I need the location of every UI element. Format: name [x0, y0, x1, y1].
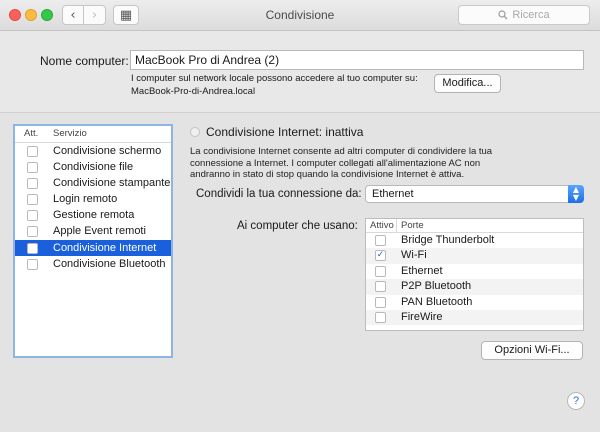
- services-list-header: Att. Servizio: [15, 126, 171, 143]
- port-checkbox[interactable]: [375, 311, 386, 323]
- service-checkbox[interactable]: [27, 226, 38, 238]
- service-label: Condivisione Internet: [53, 241, 157, 254]
- service-label: Login remoto: [53, 193, 118, 206]
- port-checkbox[interactable]: [375, 235, 386, 246]
- service-label: Condivisione stampante: [53, 176, 171, 189]
- service-label: Condivisione file: [53, 160, 134, 173]
- share-from-label: Condividi la tua connessione da:: [196, 188, 362, 200]
- computer-name-field[interactable]: MacBook Pro di Andrea (2): [130, 50, 584, 70]
- search-icon: [498, 10, 508, 20]
- network-info-text: I computer sul network locale possono ac…: [131, 73, 418, 84]
- ports-list-header: Attivo Porte: [366, 219, 583, 233]
- service-checkbox[interactable]: [27, 177, 38, 189]
- search-placeholder: Ricerca: [512, 9, 550, 21]
- status-indicator: [190, 127, 200, 137]
- service-row[interactable]: Condivisione Bluetooth: [15, 256, 171, 272]
- service-checkbox[interactable]: [27, 145, 38, 157]
- port-label: P2P Bluetooth: [401, 280, 472, 293]
- service-row[interactable]: Condivisione file: [15, 159, 171, 175]
- service-row[interactable]: Login remoto: [15, 192, 171, 208]
- service-row[interactable]: Gestione remota: [15, 208, 171, 224]
- service-label: Condivisione Bluetooth: [53, 257, 166, 270]
- edit-button[interactable]: Modifica...: [434, 74, 501, 93]
- ports-list[interactable]: Attivo Porte Bridge Thunderbolt ✓ Wi-Fi Eth…: [365, 218, 584, 331]
- port-row[interactable]: Ethernet: [366, 264, 583, 279]
- port-row[interactable]: Bridge Thunderbolt: [366, 233, 583, 248]
- port-label: FireWire: [401, 310, 443, 323]
- service-checkbox[interactable]: [27, 258, 38, 270]
- share-from-select[interactable]: Ethernet ▲ ▼: [365, 185, 584, 203]
- port-row[interactable]: FireWire: [366, 309, 583, 326]
- service-label: Apple Event remoti: [53, 225, 146, 238]
- port-row[interactable]: ✓ Wi-Fi: [366, 248, 583, 264]
- share-from-value: Ethernet: [372, 188, 414, 200]
- port-row[interactable]: P2P Bluetooth: [366, 279, 583, 295]
- help-button[interactable]: ?: [567, 392, 585, 410]
- service-checkbox[interactable]: [27, 194, 38, 206]
- window-titlebar: ‹ › ▦ Condivisione Ricerca: [0, 0, 600, 31]
- port-label: PAN Bluetooth: [401, 295, 473, 308]
- services-list[interactable]: Att. Servizio Condivisione schermo Condiv…: [13, 124, 173, 358]
- column-ports-header: Porte: [401, 220, 424, 231]
- port-checkbox[interactable]: [375, 296, 386, 308]
- service-checkbox[interactable]: [27, 161, 38, 173]
- column-active-header: Attivo: [370, 220, 394, 231]
- help-icon: ?: [572, 395, 580, 407]
- internet-sharing-description: La condivisione Internet consente ad alt…: [190, 146, 493, 181]
- port-label: Bridge Thunderbolt: [401, 234, 495, 246]
- column-active-header: Att.: [24, 128, 39, 139]
- service-row[interactable]: Condivisione schermo: [15, 143, 171, 159]
- port-label: Wi-Fi: [401, 249, 427, 262]
- service-label: Gestione remota: [53, 209, 135, 222]
- network-address-text: MacBook-Pro-di-Andrea.local: [131, 86, 256, 97]
- column-service-header: Servizio: [53, 128, 87, 139]
- service-checkbox[interactable]: [27, 210, 38, 222]
- port-row[interactable]: PAN Bluetooth: [366, 295, 583, 310]
- port-checkbox[interactable]: ✓: [375, 250, 386, 262]
- port-checkbox[interactable]: [375, 281, 386, 293]
- service-row[interactable]: Condivisione Internet: [15, 240, 171, 257]
- wifi-options-button[interactable]: Opzioni Wi-Fi...: [481, 341, 583, 360]
- to-computers-label: Ai computer che usano:: [237, 220, 358, 232]
- service-checkbox[interactable]: [27, 242, 38, 254]
- service-row[interactable]: Condivisione stampante: [15, 175, 171, 191]
- search-field[interactable]: Ricerca: [458, 5, 590, 25]
- service-label: Condivisione schermo: [53, 144, 162, 157]
- service-row[interactable]: Apple Event remoti: [15, 224, 171, 240]
- computer-name-label: Nome computer:: [40, 54, 129, 68]
- port-label: Ethernet: [401, 264, 443, 277]
- internet-sharing-status: Condivisione Internet: inattiva: [206, 125, 364, 139]
- updown-chevron-icon: ▲ ▼: [568, 185, 584, 203]
- port-checkbox[interactable]: [375, 265, 386, 277]
